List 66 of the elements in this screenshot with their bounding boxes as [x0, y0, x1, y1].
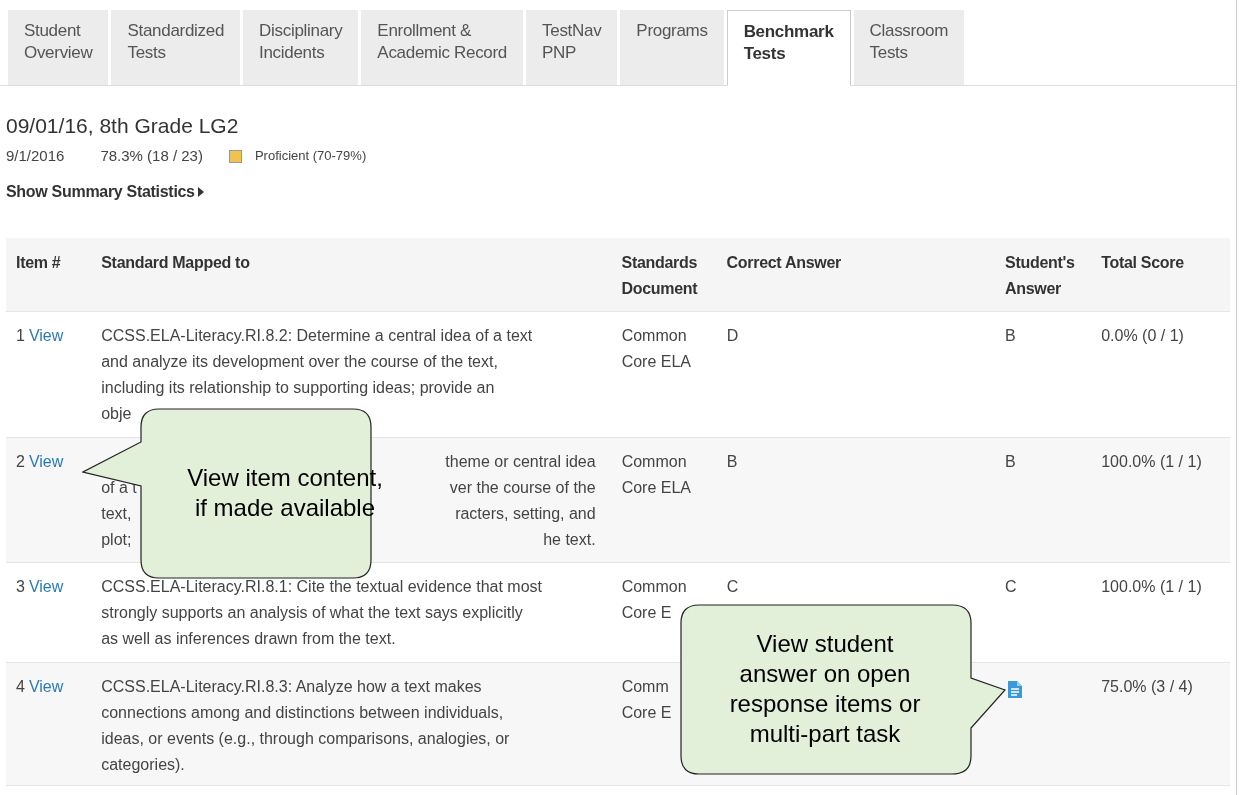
item-number: 4: [16, 677, 25, 697]
total-score: 0.0% (0 / 1): [1101, 327, 1184, 344]
summary-statistics-link[interactable]: Show Summary Statistics: [6, 180, 204, 204]
document-text: Comm: [621, 677, 669, 697]
standard-text: as well as inferences drawn from the text.: [101, 629, 396, 649]
document-text: Core ELA: [621, 352, 691, 372]
standard-text: ideas, or events (e.g., through comparisons, analogies, or: [101, 729, 510, 749]
column-header: Correct Answer: [726, 253, 842, 273]
callout-text: View student answer on open response items or multi-part task: [729, 629, 921, 749]
standard-text: CCSS.ELA-Literacy.RI.8.3: Analyze how a text makes: [101, 677, 482, 697]
tab[interactable]: Programs: [620, 10, 724, 85]
document-text: Common: [621, 452, 687, 472]
document-text: Common: [621, 577, 687, 597]
tab[interactable]: Disciplinary Incidents: [243, 10, 359, 85]
caret-right-icon: [197, 187, 204, 197]
correct-answer: B: [726, 453, 738, 470]
item-number: 2: [16, 452, 25, 472]
item-number: 1: [16, 326, 25, 346]
test-date: 9/1/2016: [6, 146, 65, 166]
standard-text: obje: [101, 404, 132, 424]
document-icon[interactable]: [1008, 681, 1023, 698]
correct-answer: C: [726, 578, 739, 595]
item-number: 3: [16, 577, 25, 597]
view-link[interactable]: View: [28, 323, 64, 349]
standard-text: categories).: [101, 755, 185, 775]
standard-text: ver the course of the: [449, 478, 596, 498]
tab[interactable]: Standardized Tests: [111, 10, 241, 85]
student-answer: C: [1005, 578, 1017, 595]
standard-text: he text.: [543, 530, 596, 550]
column-header: Total Score: [1101, 253, 1185, 273]
column-header: Standard Mapped to: [101, 253, 251, 273]
column-header: Item #: [16, 253, 62, 273]
student-answer: B: [1005, 327, 1016, 344]
standard-text: text,: [101, 504, 132, 524]
callout-text: View item content, if made available: [187, 463, 383, 523]
student-answer: B: [1005, 453, 1016, 470]
tab[interactable]: Benchmark Tests: [726, 10, 851, 86]
document-text: Common: [621, 326, 687, 346]
standard-text: CCSS.ELA-Literacy.RI.8.1: Cite the textual evidence that most: [101, 577, 542, 597]
tab[interactable]: TestNav PNP: [526, 10, 618, 85]
standard-text: and analyze its development over the course of the text,: [101, 352, 498, 372]
view-link[interactable]: View: [28, 674, 64, 700]
column-header: Student's Answer: [1005, 253, 1076, 299]
tab[interactable]: Classroom Tests: [853, 10, 965, 85]
test-score: 78.3% (18 / 23): [100, 146, 203, 166]
column-header: Standards Document: [621, 253, 699, 299]
view-link[interactable]: View: [28, 574, 64, 600]
standard-text: plot;: [101, 530, 132, 550]
correct-answer: D: [726, 327, 739, 344]
tab[interactable]: Student Overview: [8, 10, 109, 85]
standard-text: including its relationship to supporting ideas; provide an: [101, 378, 495, 398]
standard-text: theme or central idea: [445, 452, 596, 472]
standard-text: strongly supports an analysis of what the text says explicitly: [101, 603, 523, 623]
standard-text: connections among and distinctions between individuals,: [101, 703, 504, 723]
test-title: 09/01/16, 8th Grade LG2: [6, 113, 240, 139]
total-score: 75.0% (3 / 4): [1101, 678, 1193, 695]
total-score: 100.0% (1 / 1): [1101, 453, 1202, 470]
tab[interactable]: Enrollment & Academic Record: [361, 10, 524, 85]
document-text: Core ELA: [621, 478, 691, 498]
document-text: Core E: [621, 703, 672, 723]
document-text: Core E: [621, 603, 672, 623]
standard-text: racters, setting, and: [455, 504, 596, 524]
view-link[interactable]: View: [28, 449, 64, 475]
total-score: 100.0% (1 / 1): [1101, 578, 1202, 595]
level-label: Proficient (70-79%): [254, 147, 367, 165]
standard-text: CCSS.ELA-Literacy.RI.8.2: Determine a central idea of a text: [101, 326, 533, 346]
